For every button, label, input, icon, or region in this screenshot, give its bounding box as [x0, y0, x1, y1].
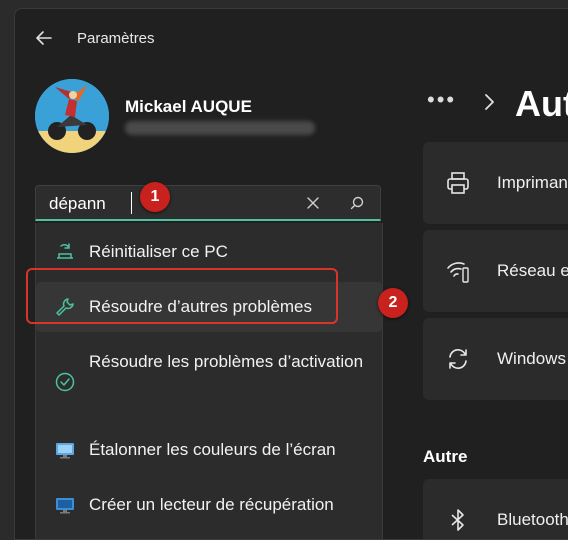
network-icon	[447, 262, 469, 283]
suggestion-label: Créer un lecteur de récupération	[89, 495, 334, 514]
suggestion-activation[interactable]: Résoudre les problèmes d’activation	[36, 337, 382, 427]
bluetooth-icon	[451, 509, 464, 531]
card-label: Windows	[497, 349, 566, 368]
suggestion-label: Étalonner les couleurs de l’écran	[89, 440, 336, 459]
avatar-image	[35, 79, 109, 153]
page-title: Aut	[515, 83, 568, 124]
breadcrumb-overflow-button[interactable]: •••	[427, 87, 456, 113]
card-label: Bluetooth	[497, 510, 568, 529]
search-icon[interactable]	[350, 196, 364, 210]
search-value: dépann	[49, 194, 106, 213]
annotation-badge-2: 2	[378, 288, 408, 318]
app-title: Paramètres	[77, 30, 155, 47]
card-printers[interactable]: Imprimant	[423, 142, 568, 224]
user-email-blurred	[125, 121, 315, 135]
section-title-other: Autre	[423, 447, 468, 466]
annotation-highlight-box	[26, 268, 338, 324]
back-button[interactable]	[33, 27, 55, 49]
recovery-drive-icon	[56, 498, 74, 514]
suggestion-recovery-drive[interactable]: Créer un lecteur de récupération	[36, 480, 382, 530]
card-label: Imprimant	[497, 173, 568, 192]
reset-pc-icon	[57, 243, 73, 259]
activation-check-icon	[55, 372, 75, 392]
text-caret	[131, 192, 132, 214]
sync-icon	[449, 349, 467, 369]
card-windows-update[interactable]: Windows	[423, 318, 568, 400]
search-input[interactable]: dépann	[35, 185, 381, 221]
printer-icon	[447, 172, 469, 194]
card-network[interactable]: Réseau et	[423, 230, 568, 312]
chevron-right-icon	[485, 94, 494, 110]
back-arrow-icon	[36, 31, 52, 45]
suggestion-label: Résoudre les problèmes d’activation	[89, 352, 364, 371]
suggestion-label: Réinitialiser ce PC	[89, 242, 228, 261]
suggestion-calibrate-colors[interactable]: Étalonner les couleurs de l’écran	[36, 425, 382, 475]
card-label: Réseau et	[497, 261, 568, 280]
user-name: Mickael AUQUE	[125, 97, 252, 116]
title-bar: Paramètres	[15, 9, 568, 65]
annotation-badge-1: 1	[140, 182, 170, 212]
monitor-color-icon	[56, 443, 74, 459]
clear-icon[interactable]	[306, 196, 320, 210]
avatar[interactable]	[35, 79, 109, 153]
